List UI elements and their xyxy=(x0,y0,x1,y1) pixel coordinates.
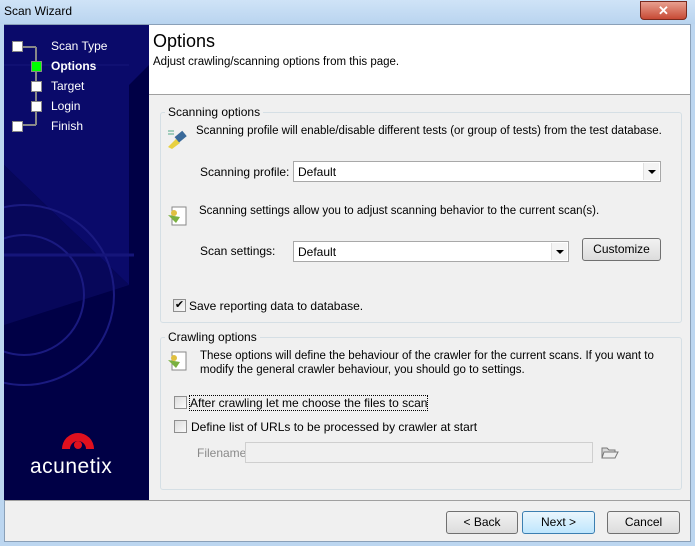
after-crawling-checkbox[interactable] xyxy=(174,396,187,409)
step-marker-icon xyxy=(31,101,42,112)
step-login: Login xyxy=(51,99,81,113)
wizard-sidebar: Scan Type Options Target Login Finish ac… xyxy=(4,25,149,500)
step-marker-active-icon xyxy=(31,61,42,72)
title-bar xyxy=(0,0,695,24)
step-marker-icon xyxy=(12,41,23,52)
footer-divider xyxy=(5,500,690,501)
chevron-down-icon[interactable] xyxy=(643,163,659,180)
page-title: Options xyxy=(153,31,216,51)
step-scan-type: Scan Type xyxy=(51,39,108,53)
save-reporting-label: Save reporting data to database. xyxy=(189,299,364,313)
scanning-profile-label: Scanning profile: xyxy=(200,165,290,179)
define-url-list-checkbox[interactable] xyxy=(174,420,187,433)
scan-settings-description: Scanning settings allow you to adjust sc… xyxy=(199,205,600,217)
customize-button[interactable]: Customize xyxy=(582,238,661,261)
scan-settings-label: Scan settings: xyxy=(200,244,276,258)
scanning-options-group xyxy=(160,112,682,323)
cancel-button[interactable]: Cancel xyxy=(607,511,680,534)
step-options: Options xyxy=(51,59,97,73)
step-finish: Finish xyxy=(51,119,84,133)
page-subtitle: Adjust crawling/scanning options from th… xyxy=(153,56,400,68)
crawling-description: These options will define the behaviour … xyxy=(200,350,654,376)
scan-settings-select[interactable]: Default xyxy=(293,241,569,262)
filename-input[interactable] xyxy=(245,442,593,463)
after-crawling-label[interactable]: After crawling let me choose the files t… xyxy=(188,395,429,411)
settings-document-icon xyxy=(168,206,187,226)
acunetix-logo-icon xyxy=(62,433,94,449)
scan-settings-value: Default xyxy=(298,245,337,259)
scanning-profile-description: Scanning profile will enable/disable dif… xyxy=(196,125,662,137)
step-target: Target xyxy=(51,79,85,93)
window-title: Scan Wizard xyxy=(4,4,73,18)
back-button[interactable]: < Back xyxy=(446,511,518,534)
save-reporting-checkbox[interactable]: ✔ xyxy=(173,299,186,312)
scanning-profile-select[interactable]: Default xyxy=(293,161,661,182)
next-button[interactable]: Next > xyxy=(522,511,595,534)
filename-label: Filename: xyxy=(197,446,250,460)
settings-document-icon xyxy=(168,351,187,371)
step-marker-icon xyxy=(12,121,23,132)
define-url-list-label[interactable]: Define list of URLs to be processed by c… xyxy=(191,420,477,434)
scanning-options-legend: Scanning options xyxy=(165,105,264,119)
step-marker-icon xyxy=(31,81,42,92)
chevron-down-icon[interactable] xyxy=(551,243,567,260)
crawling-options-legend: Crawling options xyxy=(165,330,260,344)
scanning-profile-value: Default xyxy=(298,165,337,179)
flashlight-icon xyxy=(168,130,187,149)
close-button[interactable]: ✕ xyxy=(640,1,687,20)
folder-open-icon[interactable] xyxy=(601,444,619,460)
acunetix-logo-text: acunetix xyxy=(30,455,113,478)
